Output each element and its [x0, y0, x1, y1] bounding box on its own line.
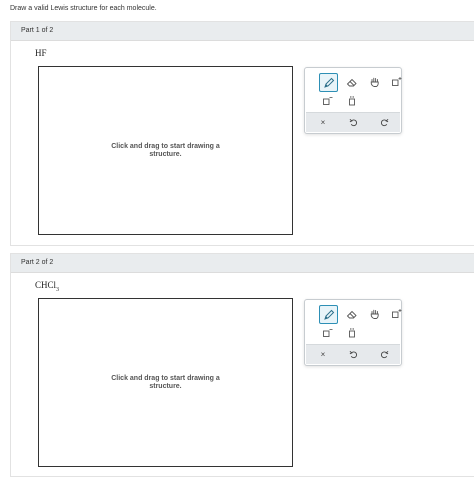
hand-icon[interactable]	[366, 73, 383, 90]
part-1-action-bar: ×	[306, 112, 400, 132]
part-2-panel: Part 2 of 2 CHCl3 Click and drag to star…	[10, 253, 474, 477]
instruction-text: Draw a valid Lewis structure for each mo…	[10, 5, 157, 12]
clear-icon[interactable]: ×	[308, 113, 338, 132]
square-minus-icon[interactable]	[319, 324, 336, 341]
part-1-toolbar: ×	[304, 67, 402, 134]
redo-icon[interactable]	[369, 113, 399, 132]
undo-icon[interactable]	[338, 113, 368, 132]
part-2-drawing-canvas[interactable]: Click and drag to start drawing a struct…	[38, 298, 293, 467]
canvas-prompt: Click and drag to start drawing a struct…	[111, 374, 220, 390]
hand-icon[interactable]	[366, 305, 383, 322]
eraser-icon[interactable]	[343, 305, 360, 322]
square-minus-icon[interactable]	[319, 92, 336, 109]
clear-icon[interactable]: ×	[308, 345, 338, 364]
redo-icon[interactable]	[369, 345, 399, 364]
square-plus-icon[interactable]	[388, 305, 405, 322]
molecule-formula: HF	[35, 48, 47, 58]
part-2-molecule: CHCl3	[35, 280, 59, 293]
lone-pair-icon[interactable]	[343, 324, 360, 341]
square-plus-icon[interactable]	[388, 73, 405, 90]
part-1-panel: Part 1 of 2 HF Click and drag to start d…	[10, 21, 474, 246]
part-2-header: Part 2 of 2	[11, 254, 474, 273]
undo-icon[interactable]	[338, 345, 368, 364]
part-2-action-bar: ×	[306, 344, 400, 364]
canvas-prompt: Click and drag to start drawing a struct…	[111, 142, 220, 158]
molecule-subscript: 3	[56, 286, 60, 293]
lone-pair-icon[interactable]	[343, 92, 360, 109]
part-2-toolbar: ×	[304, 299, 402, 366]
part-1-header: Part 1 of 2	[11, 22, 474, 41]
molecule-formula: CHCl	[35, 280, 57, 290]
part-1-molecule: HF	[35, 48, 47, 61]
part-1-drawing-canvas[interactable]: Click and drag to start drawing a struct…	[38, 66, 293, 235]
eraser-icon[interactable]	[343, 73, 360, 90]
